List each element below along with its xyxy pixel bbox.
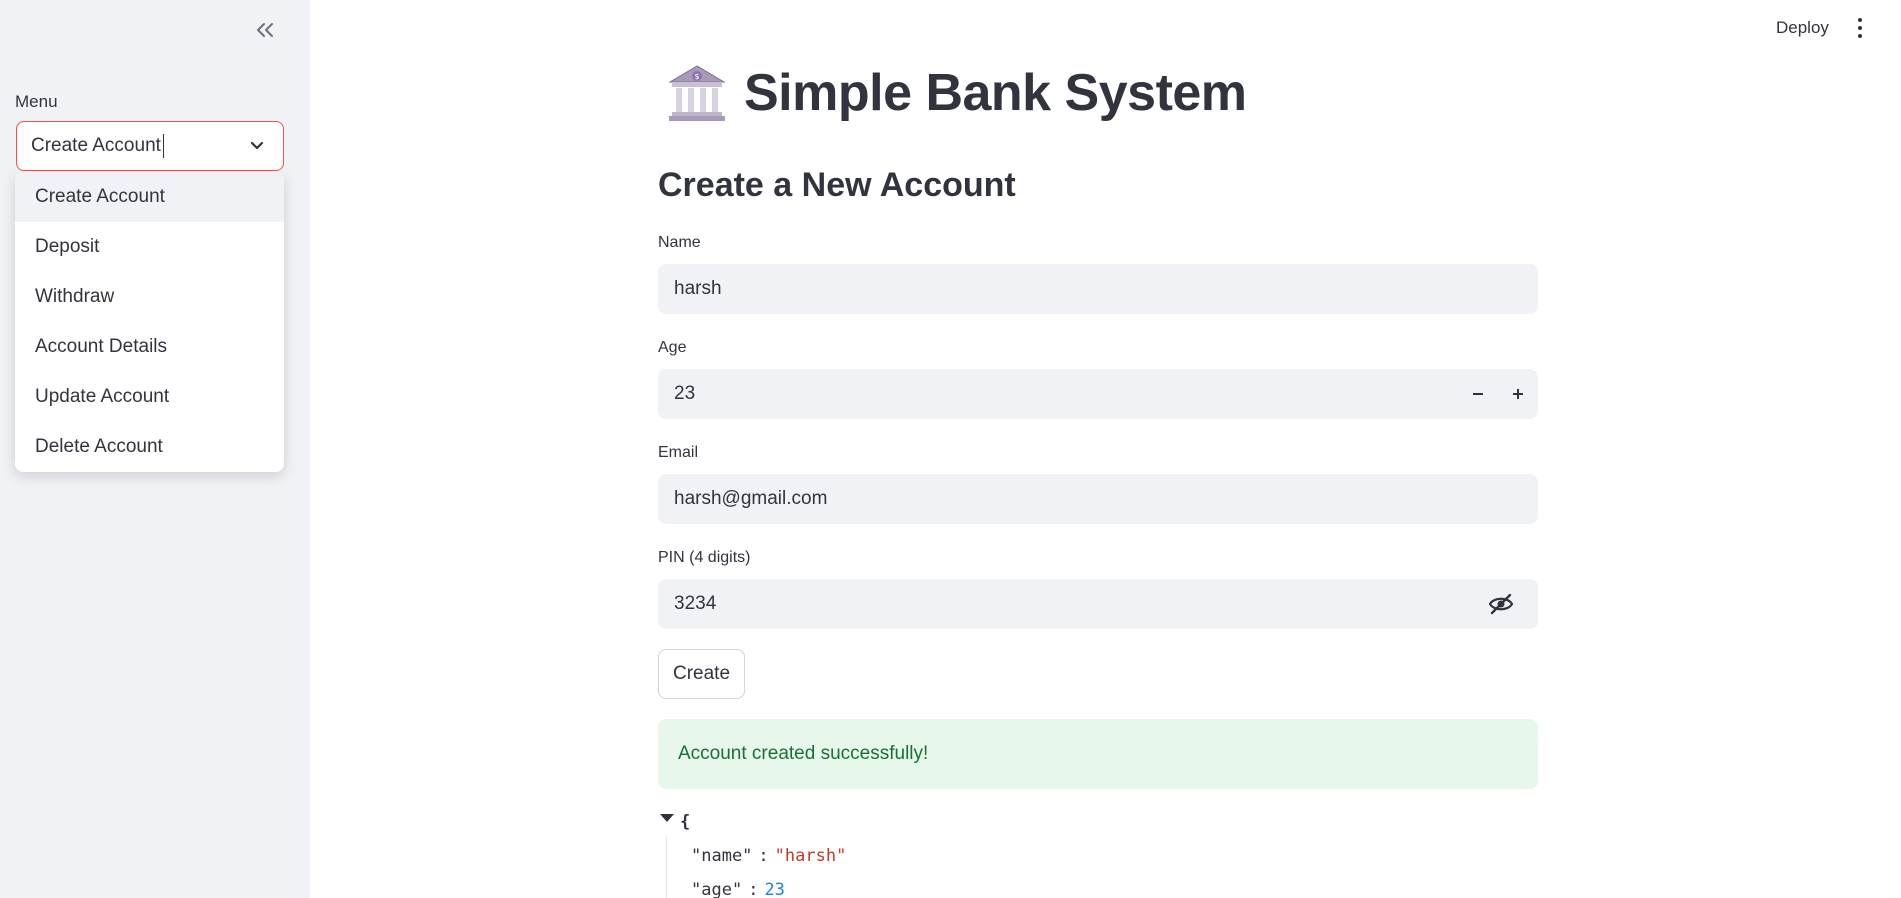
create-button[interactable]: Create	[658, 649, 745, 699]
menu-option-create-account[interactable]: Create Account	[15, 172, 284, 222]
name-input[interactable]	[674, 278, 1274, 300]
json-separator: :	[758, 846, 769, 866]
email-field[interactable]	[658, 474, 1538, 524]
menu-option-withdraw[interactable]: Withdraw	[15, 272, 284, 322]
age-stepper	[1458, 369, 1538, 419]
plus-icon	[1513, 389, 1523, 399]
success-alert: Account created successfully!	[658, 719, 1538, 789]
age-label: Age	[658, 339, 687, 356]
page-title: Simple Bank System	[744, 64, 1247, 122]
pin-field[interactable]	[658, 579, 1538, 629]
menu-option-deposit[interactable]: Deposit	[15, 222, 284, 272]
menu-option-account-details[interactable]: Account Details	[15, 322, 284, 372]
json-value: "harsh"	[774, 846, 847, 866]
age-field[interactable]	[658, 369, 1538, 419]
name-field[interactable]	[658, 264, 1538, 314]
age-input[interactable]	[674, 383, 1274, 405]
menu-option-update-account[interactable]: Update Account	[15, 372, 284, 422]
bank-icon: $	[668, 65, 726, 121]
collapse-json-icon[interactable]	[660, 814, 674, 822]
menu-select-value: Create Account	[31, 135, 161, 156]
json-row: "age":23	[691, 880, 785, 898]
json-indent-guide	[666, 836, 667, 898]
chevron-down-icon[interactable]	[247, 136, 267, 156]
increment-button[interactable]	[1498, 369, 1538, 419]
sidebar: Menu Create Account Create Account Depos…	[0, 0, 310, 898]
json-separator: :	[748, 880, 759, 898]
success-message: Account created successfully!	[678, 743, 929, 764]
menu-select[interactable]: Create Account	[16, 121, 284, 171]
menu-label: Menu	[15, 92, 58, 111]
json-key: "age"	[691, 880, 743, 898]
title-row: $ Simple Bank System	[666, 62, 1247, 124]
menu-dropdown: Create Account Deposit Withdraw Account …	[15, 172, 284, 472]
svg-text:$: $	[694, 72, 699, 81]
email-label: Email	[658, 444, 699, 461]
email-input[interactable]	[674, 488, 1274, 510]
minus-icon	[1473, 393, 1483, 395]
kebab-dot	[1858, 34, 1862, 38]
main-menu-button[interactable]	[1850, 16, 1870, 40]
eye-off-icon[interactable]	[1488, 592, 1514, 616]
text-caret	[162, 134, 165, 158]
pin-label: PIN (4 digits)	[658, 549, 751, 566]
json-value: 23	[764, 880, 785, 898]
json-open-brace: {	[680, 812, 691, 832]
menu-option-delete-account[interactable]: Delete Account	[15, 422, 284, 472]
collapse-sidebar-button[interactable]	[250, 16, 280, 44]
kebab-dot	[1858, 18, 1862, 22]
name-label: Name	[658, 234, 701, 251]
section-title: Create a New Account	[658, 166, 1016, 204]
json-key: "name"	[691, 846, 753, 866]
kebab-dot	[1858, 26, 1862, 30]
pin-input[interactable]	[674, 593, 1274, 615]
double-chevron-left-icon	[257, 23, 273, 37]
json-row: "name": "harsh"	[691, 846, 846, 866]
deploy-button[interactable]: Deploy	[1776, 18, 1829, 38]
decrement-button[interactable]	[1458, 369, 1498, 419]
